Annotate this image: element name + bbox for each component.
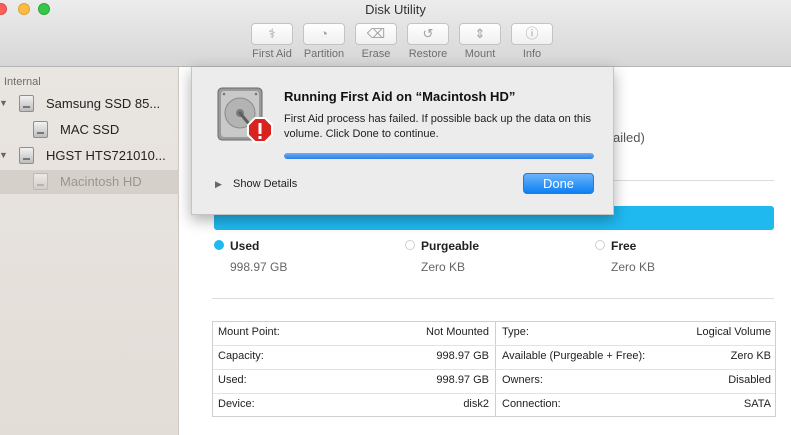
legend-name: Purgeable bbox=[421, 239, 480, 253]
info-value: disk2 bbox=[463, 398, 489, 410]
disclosure-triangle-icon[interactable]: ▼ bbox=[0, 98, 8, 108]
free-dot-icon bbox=[595, 240, 605, 250]
mount-tool[interactable]: ⇕ Mount bbox=[455, 23, 505, 63]
divider bbox=[212, 298, 774, 299]
info-value: Logical Volume bbox=[696, 326, 771, 338]
table-row: Mount Point: Not Mounted Type: Logical V… bbox=[213, 322, 775, 346]
erase-label: Erase bbox=[361, 48, 391, 60]
sidebar-item-hgst-hts[interactable]: ▼ HGST HTS721010... bbox=[0, 144, 179, 168]
first-aid-tool[interactable]: ⚕ First Aid bbox=[247, 23, 297, 63]
progress-fill bbox=[284, 153, 594, 159]
sidebar-section-internal: Internal bbox=[4, 76, 41, 88]
volume-subtitle: ailed) bbox=[613, 130, 645, 145]
dialog-message: First Aid process has failed. If possibl… bbox=[284, 113, 591, 140]
done-button[interactable]: Done bbox=[523, 173, 594, 194]
info-value: Not Mounted bbox=[426, 326, 489, 338]
mount-label: Mount bbox=[464, 48, 496, 60]
purgeable-dot-icon bbox=[405, 240, 415, 250]
restore-label: Restore bbox=[408, 48, 448, 60]
sidebar-item-mac-ssd[interactable]: MAC SSD bbox=[0, 118, 179, 142]
first-aid-label: First Aid bbox=[252, 48, 292, 60]
mount-icon[interactable]: ⇕ bbox=[459, 23, 501, 45]
title-bar: Disk Utility ⚕ First Aid ◔ Partition ⌫ E… bbox=[0, 0, 791, 67]
info-value: Disabled bbox=[728, 374, 771, 386]
info-icon[interactable]: ⓘ bbox=[511, 23, 553, 45]
legend-name: Free bbox=[611, 239, 637, 253]
info-value: 998.97 GB bbox=[436, 350, 489, 362]
info-label: Type: bbox=[502, 326, 529, 338]
sidebar-item-label: HGST HTS721010... bbox=[46, 148, 166, 163]
info-label: Connection: bbox=[502, 398, 561, 410]
erase-tool[interactable]: ⌫ Erase bbox=[351, 23, 401, 63]
first-aid-progress-bar bbox=[284, 153, 594, 159]
info-value: SATA bbox=[743, 398, 771, 410]
stethoscope-icon[interactable]: ⚕ bbox=[251, 23, 293, 45]
first-aid-dialog: Running First Aid on “Macintosh HD” Firs… bbox=[191, 67, 614, 215]
used-dot-icon bbox=[214, 240, 224, 250]
sidebar-item-label: Macintosh HD bbox=[60, 174, 142, 189]
volume-icon bbox=[33, 173, 48, 190]
show-details-toggle[interactable]: Show Details bbox=[233, 178, 297, 190]
sidebar-item-macintosh-hd[interactable]: Macintosh HD bbox=[0, 170, 179, 194]
restore-icon[interactable]: ↺ bbox=[407, 23, 449, 45]
sidebar: Internal ▼ Samsung SSD 85... MAC SSD ▼ H… bbox=[0, 67, 179, 435]
legend-value: Zero KB bbox=[611, 260, 656, 274]
window-title: Disk Utility bbox=[365, 2, 426, 17]
partition-label: Partition bbox=[303, 48, 345, 60]
volume-info-table: Mount Point: Not Mounted Type: Logical V… bbox=[212, 321, 776, 417]
info-value: 998.97 GB bbox=[436, 374, 489, 386]
sidebar-item-label: MAC SSD bbox=[60, 122, 120, 137]
legend-value: Zero KB bbox=[421, 260, 466, 274]
disclosure-triangle-icon[interactable]: ▼ bbox=[0, 150, 8, 160]
hard-disk-icon bbox=[19, 147, 34, 164]
info-value: Zero KB bbox=[730, 350, 771, 362]
info-tool[interactable]: ⓘ Info bbox=[507, 23, 557, 63]
info-label: Available (Purgeable + Free): bbox=[502, 350, 646, 362]
dialog-title: Running First Aid on “Macintosh HD” bbox=[284, 89, 516, 104]
volume-icon bbox=[33, 121, 48, 138]
info-label: Mount Point: bbox=[218, 326, 280, 338]
sidebar-item-label: Samsung SSD 85... bbox=[46, 96, 161, 111]
info-label: Info bbox=[522, 48, 542, 60]
info-label: Owners: bbox=[502, 374, 543, 386]
partition-tool[interactable]: ◔ Partition bbox=[299, 23, 349, 63]
eraser-icon[interactable]: ⌫ bbox=[355, 23, 397, 45]
hard-disk-icon bbox=[19, 95, 34, 112]
info-label: Capacity: bbox=[218, 350, 264, 362]
legend-value: 998.97 GB bbox=[230, 260, 288, 274]
table-row: Capacity: 998.97 GB Available (Purgeable… bbox=[213, 346, 775, 370]
info-label: Device: bbox=[218, 398, 255, 410]
table-row: Used: 998.97 GB Owners: Disabled bbox=[213, 370, 775, 394]
disk-error-icon bbox=[217, 87, 273, 143]
legend-name: Used bbox=[230, 239, 260, 253]
restore-tool[interactable]: ↺ Restore bbox=[403, 23, 453, 63]
info-label: Used: bbox=[218, 374, 247, 386]
pie-chart-icon[interactable]: ◔ bbox=[303, 23, 345, 45]
sidebar-item-samsung-ssd[interactable]: ▼ Samsung SSD 85... bbox=[0, 92, 179, 116]
table-row: Device: disk2 Connection: SATA bbox=[213, 394, 775, 418]
disclosure-triangle-icon[interactable]: ▶ bbox=[215, 179, 222, 190]
